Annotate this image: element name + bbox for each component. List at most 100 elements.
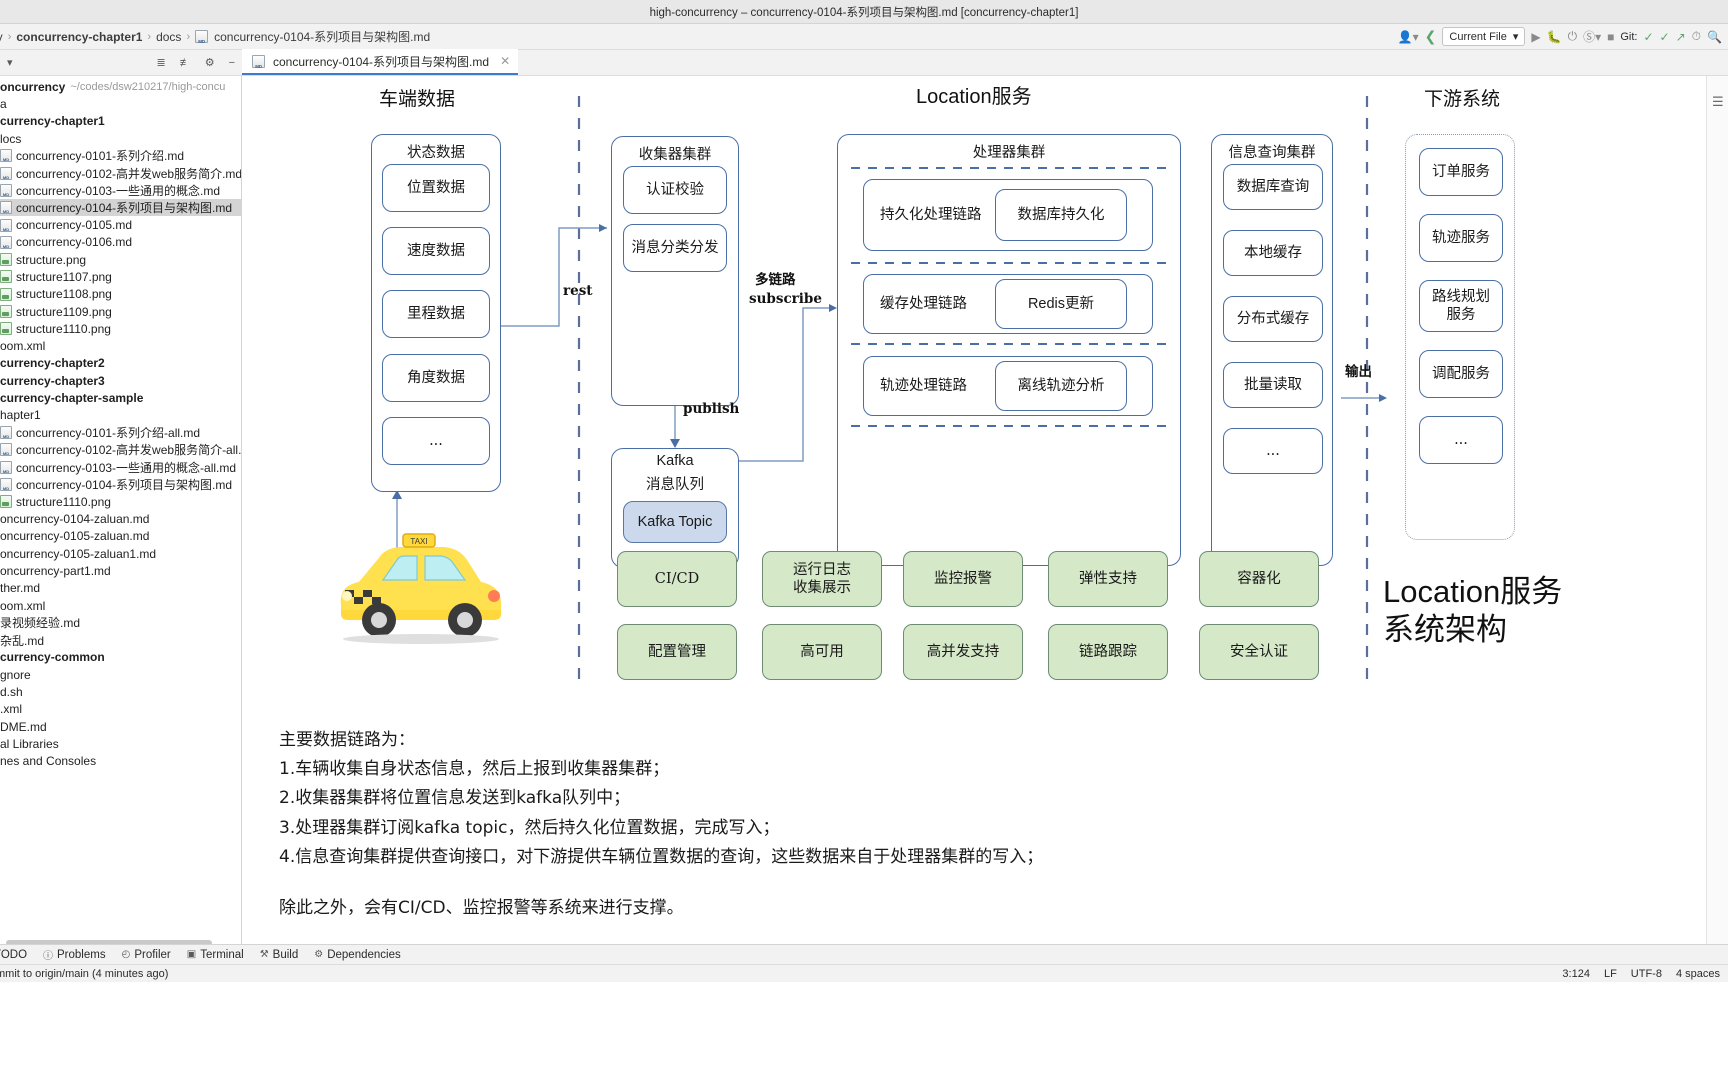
tree-row[interactable]: structure1109.png — [0, 303, 241, 320]
tree-row[interactable]: .xml — [0, 701, 241, 718]
tree-row[interactable]: concurrency-0105.md — [0, 216, 241, 233]
profile-icon[interactable]: Ⓢ▾ — [1583, 28, 1601, 45]
tree-row-label: oom.xml — [0, 339, 46, 354]
tool-window-problems[interactable]: ⓘ Problems — [43, 947, 106, 963]
tree-row[interactable]: structure1110.png — [0, 320, 241, 337]
git-history-icon[interactable]: ⏱ — [1692, 29, 1701, 44]
settings-gear-icon[interactable]: ⚙ — [198, 56, 222, 69]
tree-row-label: oncurrency-0105-zaluan.md — [0, 529, 150, 544]
tree-row[interactable]: concurrency-0102-高并发web服务简介-all.n — [0, 441, 241, 458]
markdown-file-icon — [0, 443, 12, 457]
tree-row[interactable]: a — [0, 95, 241, 112]
tree-row[interactable]: concurrency-0101-系列介绍-all.md — [0, 424, 241, 441]
tree-row[interactable]: concurrency-0104-系列项目与架构图.md — [0, 199, 241, 217]
git-update-icon[interactable]: ✓ — [1643, 30, 1653, 44]
tree-row[interactable]: ther.md — [0, 580, 241, 597]
image-file-icon — [0, 495, 12, 509]
tree-row[interactable]: structure.png — [0, 251, 241, 268]
markdown-structure-gutter[interactable]: ☰ — [1706, 76, 1728, 948]
tree-row[interactable]: oncurrency-part1.md — [0, 562, 241, 579]
tree-row[interactable]: locs — [0, 130, 241, 147]
tree-row[interactable]: 录视频经验.md — [0, 614, 241, 631]
project-tree[interactable]: oncurrency ~/codes/dsw210217/high-concu a c… — [0, 76, 242, 948]
tree-row[interactable]: currency-common — [0, 649, 241, 666]
chevron-down-icon[interactable]: ▾ — [0, 56, 20, 69]
support-box-containerize: 容器化 — [1199, 551, 1319, 607]
tree-row[interactable]: DME.md — [0, 718, 241, 735]
markdown-file-icon — [195, 30, 209, 44]
tool-window-profiler[interactable]: ◴ Profiler — [122, 949, 171, 961]
label-output: 输出 — [1345, 364, 1372, 380]
tree-row[interactable]: concurrency-0102-高并发web服务简介.md — [0, 164, 241, 181]
tool-window-terminal[interactable]: ▣ Terminal — [187, 949, 244, 961]
terminal-icon: ▣ — [186, 949, 197, 960]
breadcrumb-separator-icon: › — [186, 30, 191, 43]
run-icon[interactable]: ▶ — [1531, 30, 1540, 44]
tree-row[interactable]: currency-chapter3 — [0, 372, 241, 389]
search-icon[interactable]: 🔍 — [1707, 30, 1722, 44]
title-bar: high-concurrency – concurrency-0104-系列项目… — [0, 0, 1728, 24]
tool-window-build[interactable]: ⚒ Build — [260, 949, 299, 961]
group-title-kafka: Kafka — [656, 453, 694, 469]
heading-vehicle-data: 车端数据 — [379, 89, 456, 110]
tab-concurrency-0104[interactable]: concurrency-0104-系列项目与架构图.md ✕ — [242, 49, 519, 75]
tree-row[interactable]: concurrency-0104-系列项目与架构图.md — [0, 476, 241, 493]
markdown-file-icon — [0, 218, 12, 232]
breadcrumb-item-0[interactable]: ncy — [0, 30, 3, 44]
tool-window-dependencies[interactable]: ⚙ Dependencies — [314, 949, 401, 961]
hide-panel-icon[interactable]: − — [222, 57, 242, 69]
file-encoding[interactable]: UTF-8 — [1631, 968, 1662, 980]
tree-row[interactable]: al Libraries — [0, 735, 241, 752]
breadcrumb-item-2[interactable]: docs — [156, 30, 181, 44]
caret-position[interactable]: 3:124 — [1562, 968, 1590, 980]
run-configuration-selector[interactable]: Current File ▾ — [1442, 27, 1526, 46]
tree-row[interactable]: oncurrency-0105-zaluan.md — [0, 528, 241, 545]
hamburger-icon[interactable]: ☰ — [1707, 76, 1728, 110]
expand-all-icon[interactable]: ≣ — [149, 56, 172, 69]
tree-row[interactable]: hapter1 — [0, 407, 241, 424]
tree-row[interactable]: 杂乱.md — [0, 632, 241, 649]
tree-row[interactable]: concurrency-0103-一些通用的概念.md — [0, 182, 241, 199]
chevron-down-icon: ▾ — [1512, 31, 1519, 43]
tree-row-label: concurrency-0104-系列项目与架构图.md — [16, 477, 233, 492]
tree-row[interactable]: structure1108.png — [0, 286, 241, 303]
stop-icon[interactable]: ■ — [1607, 30, 1614, 44]
markdown-file-icon — [0, 426, 12, 440]
collapse-all-icon[interactable]: ≢ — [173, 57, 198, 69]
tree-row[interactable]: oncurrency ~/codes/dsw210217/high-concu — [0, 78, 241, 95]
git-commit-icon[interactable]: ✓ — [1660, 30, 1670, 44]
tree-row[interactable]: structure1110.png — [0, 493, 241, 510]
tree-row[interactable]: concurrency-0101-系列介绍.md — [0, 147, 241, 164]
image-file-icon — [0, 287, 12, 301]
breadcrumb-item-1[interactable]: concurrency-chapter1 — [16, 30, 142, 44]
coverage-icon[interactable]: ⏻ — [1568, 29, 1578, 44]
box-mileage-data: 里程数据 — [382, 290, 490, 338]
tree-row[interactable]: currency-chapter2 — [0, 355, 241, 372]
tree-row[interactable]: oom.xml — [0, 597, 241, 614]
tool-window-label: Terminal — [200, 948, 244, 961]
tree-row[interactable]: currency-chapter-sample — [0, 389, 241, 406]
indent-setting[interactable]: 4 spaces — [1676, 968, 1720, 980]
box-route-planning-service: 路线规划 服务 — [1419, 280, 1503, 332]
tree-row[interactable]: concurrency-0103-一些通用的概念-all.md — [0, 459, 241, 476]
tree-row[interactable]: d.sh — [0, 683, 241, 700]
git-push-icon[interactable]: ↗ — [1676, 30, 1686, 44]
chain-label: 持久化处理链路 — [880, 206, 982, 223]
tree-row[interactable]: structure1107.png — [0, 268, 241, 285]
tree-row[interactable]: nes and Consoles — [0, 753, 241, 770]
tree-row[interactable]: concurrency-0106.md — [0, 234, 241, 251]
tree-row-label: concurrency-0101-系列介绍.md — [16, 149, 185, 164]
tree-row[interactable]: oncurrency-0104-zaluan.md — [0, 510, 241, 527]
line-separator[interactable]: LF — [1604, 968, 1617, 980]
back-arrow-icon[interactable]: ❮ — [1425, 28, 1437, 45]
tree-row-label: 杂乱.md — [0, 633, 45, 648]
close-icon[interactable]: ✕ — [500, 54, 510, 68]
breadcrumb-item-3[interactable]: concurrency-0104-系列项目与架构图.md — [214, 28, 430, 45]
tree-row[interactable]: gnore — [0, 666, 241, 683]
tree-row[interactable]: currency-chapter1 — [0, 113, 241, 130]
tree-row[interactable]: oncurrency-0105-zaluan1.md — [0, 545, 241, 562]
debug-icon[interactable]: 🐛 — [1547, 30, 1562, 44]
tree-row[interactable]: oom.xml — [0, 337, 241, 354]
user-icon[interactable]: 👤▾ — [1398, 30, 1419, 44]
tool-window-todo[interactable]: TODO — [0, 949, 27, 961]
